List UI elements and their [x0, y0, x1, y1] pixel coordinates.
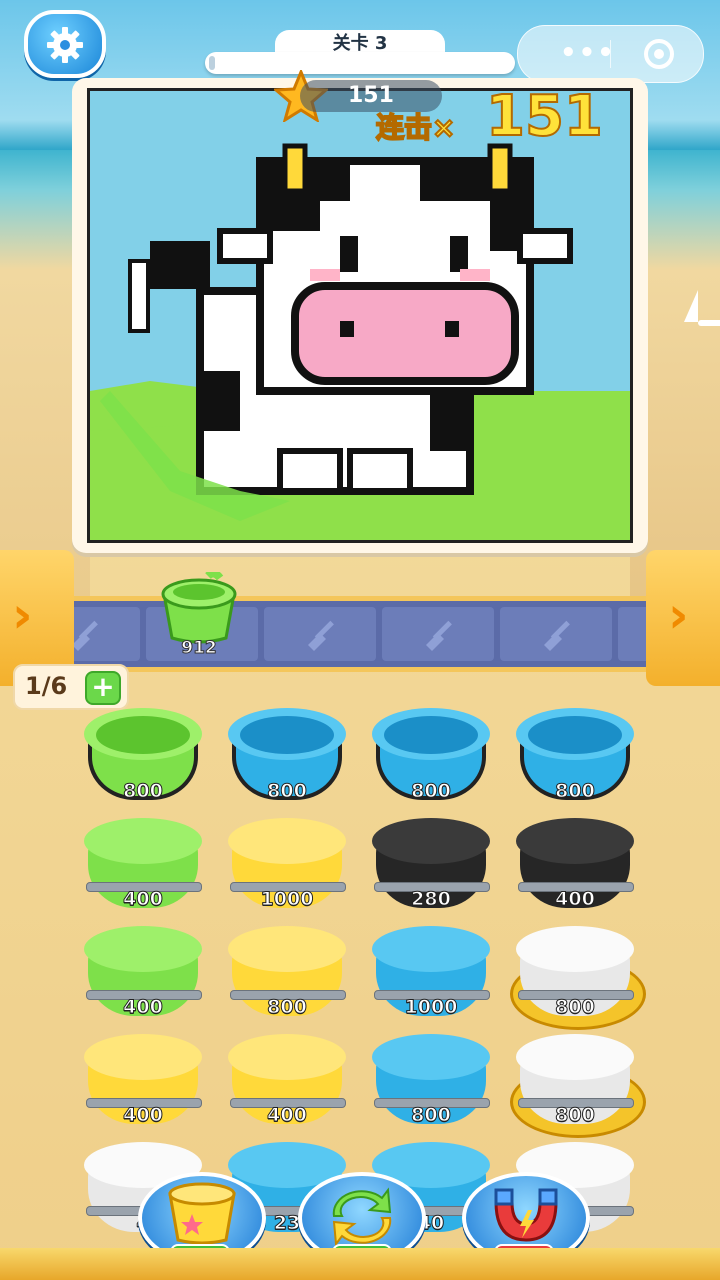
bucket-inner [384, 716, 478, 754]
bucket-black[interactable]: 280 [372, 816, 490, 916]
slot-counter-text: 1/6 [25, 672, 68, 700]
bucket-rim [516, 926, 634, 972]
sailboat-icon [684, 290, 720, 326]
bucket-count: 1000 [404, 996, 458, 1019]
bucket-yellow[interactable]: 800 [228, 924, 346, 1024]
chevron-right-icon: › [668, 586, 689, 644]
bucket-green[interactable]: 400 [84, 924, 202, 1024]
combo-label: 连击× [375, 110, 456, 145]
bucket-blue[interactable]: 800 [228, 708, 346, 808]
magnet-icon [494, 1188, 558, 1242]
bucket-rim [372, 818, 490, 864]
bucket-rim [84, 1034, 202, 1080]
bucket-rim [516, 818, 634, 864]
bucket-rim [372, 926, 490, 972]
conveyor-slot [382, 607, 494, 661]
bucket-count: 800 [411, 1104, 452, 1127]
bucket-white[interactable]: 800 [510, 1032, 646, 1138]
add-slot-button[interactable]: + [85, 671, 121, 705]
bucket-count: 800 [267, 780, 308, 803]
conveyor-slot [264, 607, 376, 661]
bucket-inner [96, 716, 190, 754]
pixel-canvas [87, 88, 633, 543]
more-menu-button[interactable]: ••• [560, 38, 616, 68]
conveyor-belt [0, 596, 720, 672]
bucket-count: 800 [555, 996, 596, 1019]
bucket-count: 400 [123, 888, 164, 911]
bucket-yellow[interactable]: 400 [228, 1032, 346, 1132]
bucket-green[interactable]: 400 [84, 816, 202, 916]
bucket-green[interactable]: 800 [84, 708, 202, 808]
close-target-icon[interactable] [644, 39, 674, 69]
bucket-count: 280 [411, 888, 452, 911]
bucket-count: 800 [267, 996, 308, 1019]
bucket-blue[interactable]: 1000 [372, 924, 490, 1024]
shuffle-icon [332, 1187, 392, 1247]
bucket-count: 400 [123, 996, 164, 1019]
bucket-count: 800 [555, 1104, 596, 1127]
bucket-white[interactable]: 800 [510, 924, 646, 1030]
bucket-rim [228, 1034, 346, 1080]
bucket-count: 400 [267, 1104, 308, 1127]
conveyor-slot [500, 607, 612, 661]
slot-counter: 1/6 + [13, 664, 129, 710]
bucket-count: 800 [411, 780, 452, 803]
bucket-rim [372, 1034, 490, 1080]
bucket-rim [228, 926, 346, 972]
combo-value: 151 [485, 83, 604, 150]
bucket-rim [516, 1034, 634, 1080]
shovel-icon [426, 620, 452, 651]
bucket-count: 800 [555, 780, 596, 803]
bottom-decor-strip [0, 1248, 720, 1280]
conveyor-right-arrow: › [646, 550, 720, 686]
bucket-rim [228, 818, 346, 864]
chevron-right-icon: › [12, 586, 33, 644]
bucket-black[interactable]: 400 [516, 816, 634, 916]
bucket-inner [528, 716, 622, 754]
bucket-blue[interactable]: 800 [372, 1032, 490, 1132]
shovel-icon [308, 620, 334, 651]
cow-pixel-art [90, 143, 630, 540]
score-value: 151 [348, 83, 394, 108]
level-progress-bar [205, 52, 515, 74]
bucket-count: 800 [123, 780, 164, 803]
bucket-count: 400 [123, 1104, 164, 1127]
active-bucket: 912 [158, 569, 240, 659]
shovel-icon [544, 620, 570, 651]
bucket-rim [84, 818, 202, 864]
active-bucket-count: 912 [181, 638, 218, 659]
mini-program-capsule: ••• [517, 25, 704, 83]
bucket-count: 1000 [260, 888, 314, 911]
settings-button[interactable] [24, 10, 106, 78]
bucket-icon [168, 1182, 236, 1245]
bucket-blue[interactable]: 800 [372, 708, 490, 808]
bucket-blue[interactable]: 800 [516, 708, 634, 808]
bucket-yellow[interactable]: 1000 [228, 816, 346, 916]
level-progress-fill [209, 56, 216, 70]
bucket-rim [84, 926, 202, 972]
bucket-count: 400 [555, 888, 596, 911]
gear-icon [47, 27, 83, 63]
capsule-divider [610, 40, 611, 68]
green-bucket-icon [161, 569, 237, 644]
bucket-inner [240, 716, 334, 754]
bucket-yellow[interactable]: 400 [84, 1032, 202, 1132]
